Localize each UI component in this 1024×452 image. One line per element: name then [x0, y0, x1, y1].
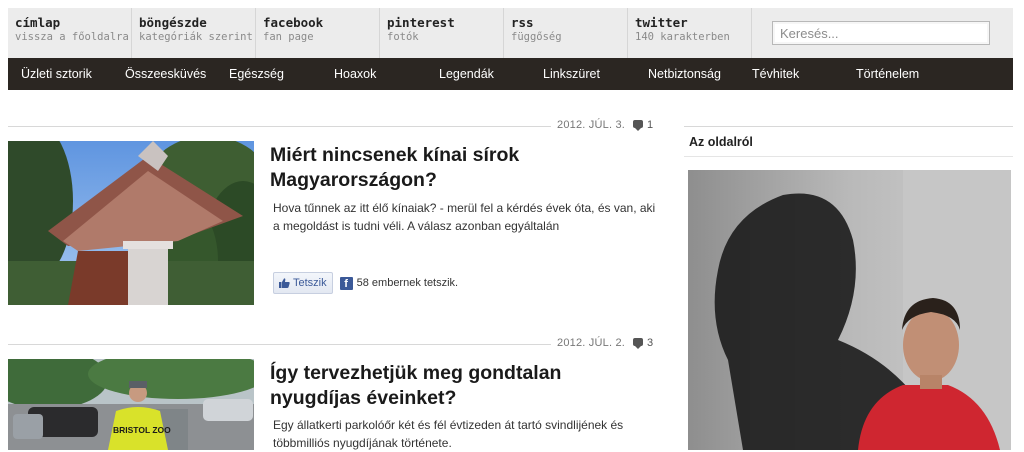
topnav-title: twitter — [635, 15, 688, 30]
comment-count-value: 1 — [647, 119, 654, 131]
like-button[interactable]: Tetszik — [273, 272, 333, 294]
article-date: 2012. JÚL. 3. — [557, 119, 626, 131]
thumbs-up-icon — [279, 278, 290, 288]
category-tevhitek[interactable]: Tévhitek — [752, 58, 799, 90]
comment-count[interactable]: 1 — [633, 119, 653, 131]
topnav-title: böngészde — [139, 15, 207, 30]
facebook-like-row: Tetszik f 58 embernek tetszik. — [273, 271, 458, 295]
article-meta: 2012. JÚL. 2. 3 — [8, 337, 655, 351]
author-portrait-image — [688, 170, 1011, 450]
facebook-icon: f — [339, 276, 353, 290]
pagoda-tomb-image — [8, 141, 254, 305]
article-excerpt: Egy állatkerti parkolóőr két és fél évti… — [273, 418, 624, 450]
comment-count-value: 3 — [647, 337, 654, 349]
topnav-twitter[interactable]: twitter 140 karakterben — [628, 8, 752, 58]
topnav-title: pinterest — [387, 15, 455, 30]
category-legendak[interactable]: Legendák — [439, 58, 494, 90]
divider — [8, 126, 551, 127]
category-hoaxok[interactable]: Hoaxok — [334, 58, 376, 90]
article-title[interactable]: Miért nincsenek kínai sírok Magyarország… — [270, 143, 650, 193]
topnav-facebook[interactable]: facebook fan page — [256, 8, 380, 58]
sidebar-divider — [684, 126, 1013, 127]
topnav-bongeszde[interactable]: böngészde kategóriák szerint — [132, 8, 256, 58]
category-egeszseg[interactable]: Egészség — [229, 58, 284, 90]
author-photo — [688, 170, 1011, 450]
photo-vest-text: BRISTOL ZOO — [113, 425, 171, 435]
category-tortenelem[interactable]: Történelem — [856, 58, 919, 90]
topnav-subtitle: 140 karakterben — [635, 31, 730, 43]
divider — [8, 344, 551, 345]
topnav-subtitle: fotók — [387, 31, 419, 43]
article-date: 2012. JÚL. 2. — [557, 337, 626, 349]
like-label: Tetszik — [293, 277, 327, 289]
article-excerpt: Hova tűnnek az itt élő kínaiak? - merül … — [273, 201, 656, 233]
comment-count[interactable]: 3 — [633, 337, 653, 349]
category-linkszuret[interactable]: Linkszüret — [543, 58, 600, 90]
like-count: 58 embernek tetszik. — [356, 277, 459, 289]
article-title[interactable]: Így tervezhetjük meg gondtalan nyugdíjas… — [270, 361, 650, 411]
article-meta: 2012. JÚL. 3. 1 — [8, 119, 655, 133]
category-netbiztonsag[interactable]: Netbiztonság — [648, 58, 721, 90]
topnav-subtitle: fan page — [263, 31, 314, 43]
topnav-subtitle: függőség — [511, 31, 562, 43]
topnav-title: facebook — [263, 15, 324, 30]
top-navigation: címlap vissza a főoldalra böngészde kate… — [8, 8, 1013, 58]
topnav-subtitle: vissza a főoldalra — [15, 31, 129, 43]
topnav-title: rss — [511, 15, 534, 30]
article-thumbnail[interactable] — [8, 141, 254, 305]
search-input[interactable] — [772, 21, 990, 45]
topnav-rss[interactable]: rss függőség — [504, 8, 628, 58]
category-bar: Üzleti sztorik Összeesküvés Egészség Hoa… — [8, 58, 1013, 90]
parking-lot-image: BRISTOL ZOO — [8, 359, 254, 450]
comment-icon — [633, 120, 643, 131]
article-thumbnail[interactable]: BRISTOL ZOO — [8, 359, 254, 450]
topnav-pinterest[interactable]: pinterest fotók — [380, 8, 504, 58]
search-area — [752, 8, 1013, 58]
comment-icon — [633, 338, 643, 349]
sidebar-divider — [684, 156, 1013, 157]
topnav-title: címlap — [15, 15, 61, 30]
topnav-cimlap[interactable]: címlap vissza a főoldalra — [8, 8, 132, 58]
sidebar-title: Az oldalról — [689, 135, 753, 149]
category-uzleti-sztorik[interactable]: Üzleti sztorik — [21, 58, 92, 90]
topnav-subtitle: kategóriák szerint — [139, 31, 253, 43]
category-osszeeskuves[interactable]: Összeesküvés — [125, 58, 206, 90]
